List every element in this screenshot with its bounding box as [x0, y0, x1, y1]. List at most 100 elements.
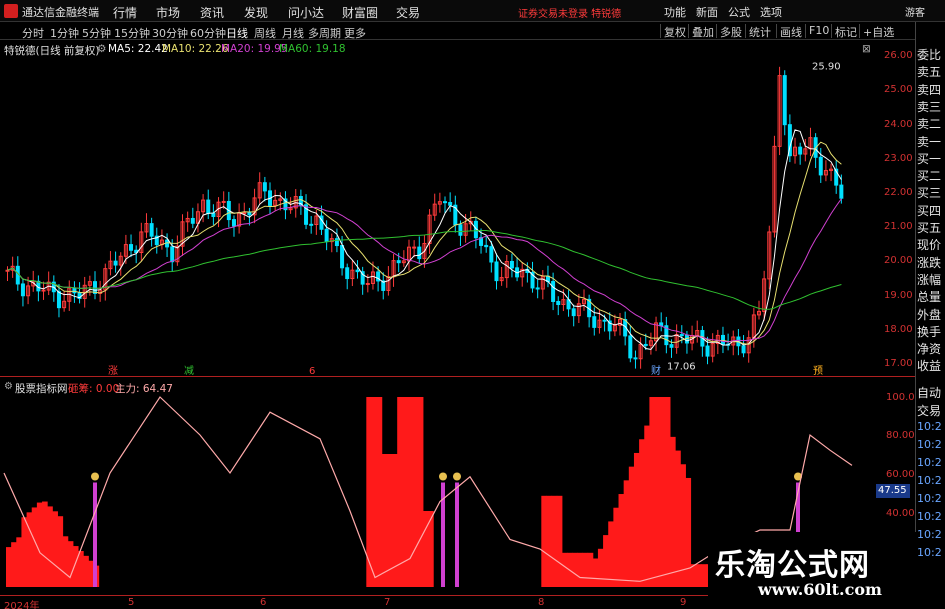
- quote-field-label: 委比: [917, 48, 942, 62]
- quote-field-label: 现价: [917, 238, 942, 253]
- menu-item[interactable]: 交易: [396, 4, 420, 21]
- menu-bar: 通达信金融终端 行情 市场 资讯 发现 问小达 财富圈 交易 证券交易未登录 特…: [0, 0, 945, 22]
- toolbar-button[interactable]: 复权: [660, 24, 689, 39]
- ma20-line: [7, 198, 842, 343]
- menu-item[interactable]: 问小达: [288, 4, 324, 21]
- candle-body: [309, 223, 314, 226]
- candle-body: [458, 224, 463, 236]
- trade-time-label: 10:2: [917, 546, 942, 559]
- quote-field-label: 买二: [917, 169, 942, 184]
- period-tab[interactable]: 15分钟: [114, 25, 150, 41]
- candle-body: [56, 291, 61, 309]
- menu-item[interactable]: 行情: [113, 4, 137, 21]
- toolbar-button[interactable]: 多股: [716, 24, 745, 39]
- top-right-item[interactable]: 功能: [664, 4, 686, 20]
- indicator-bar: [654, 397, 661, 587]
- menu-item[interactable]: 发现: [244, 4, 268, 21]
- indicator-bar: [551, 495, 558, 587]
- candle-body: [484, 244, 489, 248]
- candle-body: [417, 246, 422, 260]
- candle-body: [556, 300, 561, 306]
- candle-body: [242, 212, 247, 215]
- watermark-url: www.60lt.com: [758, 580, 882, 599]
- event-mark: 财: [651, 364, 661, 376]
- candle-body: [20, 283, 25, 297]
- indicator-bar: [52, 511, 58, 587]
- login-warning[interactable]: 证券交易未登录 特锐德: [518, 5, 621, 20]
- price-axis-tick: 26.00: [884, 50, 913, 61]
- more-tab[interactable]: 更多: [344, 25, 366, 41]
- indicator-bar: [78, 550, 84, 587]
- candle-body: [262, 182, 267, 192]
- candle-body: [365, 282, 370, 285]
- menu-item[interactable]: 市场: [156, 4, 180, 21]
- toolbar-button[interactable]: 标记: [831, 24, 860, 39]
- candle-body: [41, 289, 46, 292]
- period-tab[interactable]: 多周期: [308, 25, 341, 41]
- top-right-item[interactable]: 公式: [728, 4, 750, 20]
- toolbar-button[interactable]: 统计: [745, 24, 774, 39]
- indicator-bar: [546, 495, 553, 587]
- candle-body: [93, 281, 98, 294]
- indicator-bar: [31, 507, 38, 587]
- menu-item[interactable]: 财富圈: [342, 4, 378, 21]
- candle-body: [443, 201, 448, 204]
- indicator-bar: [386, 454, 393, 587]
- trade-time-label: 交易: [917, 404, 942, 418]
- price-chart[interactable]: 25.90 17.06 涨 减 6 财 预: [0, 40, 884, 376]
- period-tab[interactable]: 60分钟: [190, 25, 226, 41]
- candle-body: [211, 212, 216, 217]
- period-tab[interactable]: 月线: [282, 25, 304, 41]
- candle-body: [340, 245, 345, 269]
- date-tick: 8: [538, 597, 545, 608]
- watermark-text: 乐淘公式网: [715, 548, 870, 583]
- top-right-item[interactable]: 选项: [760, 4, 782, 20]
- candle-body: [129, 244, 134, 251]
- candle-body: [839, 184, 844, 199]
- period-tab[interactable]: 5分钟: [82, 25, 111, 41]
- candle-body: [535, 287, 540, 290]
- event-mark: 预: [813, 365, 823, 376]
- quote-field-label: 卖二: [917, 117, 942, 132]
- indicator-bar: [16, 537, 22, 587]
- quote-field-label: 买一: [917, 151, 942, 166]
- indicator-bar: [623, 480, 630, 587]
- quote-field-label: 外盘: [917, 307, 942, 322]
- period-tab[interactable]: 周线: [254, 25, 276, 41]
- candle-body: [396, 260, 401, 264]
- indicator-bar: [556, 495, 563, 587]
- price-axis-tick: 24.00: [884, 119, 913, 130]
- candle-body: [679, 334, 684, 337]
- period-tab[interactable]: 30分钟: [152, 25, 188, 41]
- indicator-bar: [618, 494, 625, 587]
- toolbar-button[interactable]: 叠加: [688, 24, 717, 39]
- ind-axis-tick: 80.00: [886, 430, 915, 441]
- candle-body: [633, 357, 638, 360]
- candle-body: [206, 199, 211, 214]
- indicator-bar: [42, 501, 48, 587]
- period-tab[interactable]: 分时: [22, 25, 44, 41]
- add-watchlist-button[interactable]: +自选: [859, 24, 897, 39]
- period-tab[interactable]: 1分钟: [50, 25, 79, 41]
- price-axis-tick: 25.00: [884, 84, 913, 95]
- top-right-item[interactable]: 新面: [696, 4, 718, 20]
- low-price-label: 17.06: [667, 361, 696, 372]
- guest-label[interactable]: 游客: [905, 4, 925, 19]
- price-axis-tick: 23.00: [884, 153, 913, 164]
- indicator-bar: [582, 552, 589, 587]
- candle-body: [494, 261, 499, 282]
- period-tab-active[interactable]: 日线: [226, 25, 248, 41]
- toolbar-button[interactable]: 画线: [776, 24, 805, 39]
- indicator-bar: [561, 552, 568, 587]
- indicator-bar: [412, 397, 419, 587]
- menu-item[interactable]: 资讯: [200, 4, 224, 21]
- quote-field-label: 涨跌: [917, 255, 942, 270]
- event-mark: 涨: [108, 365, 118, 376]
- indicator-bar: [371, 397, 378, 587]
- indicator-bar: [613, 507, 620, 587]
- toolbar-button[interactable]: F10: [805, 24, 832, 38]
- app-logo-icon: [4, 4, 18, 18]
- signal-bar: [93, 482, 97, 587]
- quote-field-label: 卖一: [917, 134, 942, 149]
- candle-body: [643, 343, 648, 346]
